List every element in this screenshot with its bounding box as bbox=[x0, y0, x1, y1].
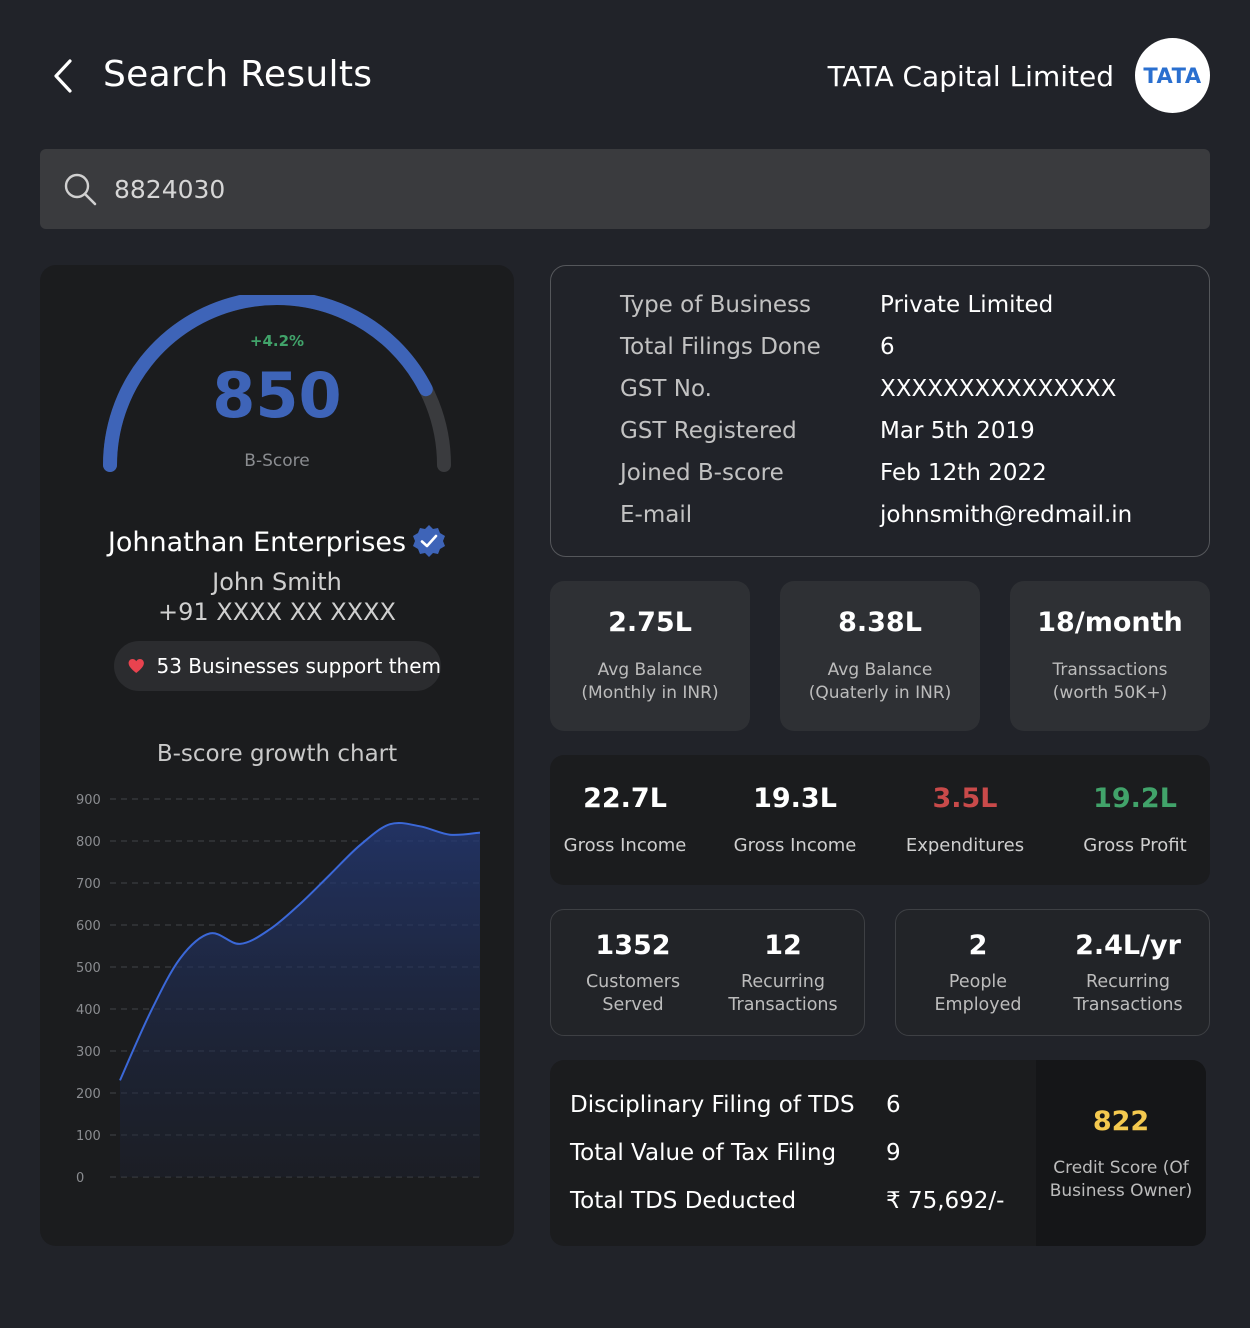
business-name-row: Johnathan Enterprises bbox=[40, 524, 514, 558]
y-tick-label: 300 bbox=[76, 1045, 101, 1060]
y-tick-label: 0 bbox=[76, 1171, 84, 1186]
y-tick-label: 700 bbox=[76, 877, 101, 892]
detail-row: Joined B-score Feb 12th 2022 bbox=[620, 460, 1200, 502]
detail-value: 6 bbox=[880, 334, 895, 360]
credit-score-value: 822 bbox=[1092, 1106, 1150, 1137]
tax-value: 6 bbox=[886, 1092, 901, 1118]
detail-label: GST No. bbox=[620, 376, 712, 402]
support-badge[interactable]: 53 Businesses support them bbox=[114, 641, 441, 691]
credit-score-label: Credit Score (Of Business Owner) bbox=[1049, 1158, 1193, 1201]
stat-value: 2.75L bbox=[608, 607, 692, 638]
detail-label: Total Filings Done bbox=[620, 334, 821, 360]
support-text: 53 Businesses support them bbox=[156, 654, 441, 678]
tax-label: Total Value of Tax Filing bbox=[570, 1140, 837, 1166]
detail-row: GST No. XXXXXXXXXXXXXXX bbox=[620, 376, 1200, 418]
money-value: 22.7L bbox=[583, 783, 667, 814]
money-label: Gross Profit bbox=[1083, 835, 1187, 856]
y-tick-label: 600 bbox=[76, 919, 101, 934]
tax-summary-card: Disciplinary Filing of TDS 6 Total Value… bbox=[550, 1060, 1206, 1246]
pair-value: 2.4L/yr bbox=[1075, 930, 1181, 961]
detail-row: E-mail johnsmith@redmail.in bbox=[620, 502, 1200, 544]
chart-title: B-score growth chart bbox=[156, 741, 398, 767]
money-label: Gross Income bbox=[563, 835, 687, 856]
detail-row: GST Registered Mar 5th 2019 bbox=[620, 418, 1200, 460]
y-tick-label: 900 bbox=[76, 793, 101, 808]
detail-label: E-mail bbox=[620, 502, 693, 528]
money-label: Gross Income bbox=[733, 835, 857, 856]
business-profile-card: +4.2% 850 B-Score Johnathan Enterprises … bbox=[40, 265, 514, 1246]
stat-value: 18/month bbox=[1037, 607, 1183, 638]
owner-phone: +91 XXXX XX XXXX bbox=[158, 598, 396, 626]
page-header: Search Results TATA Capital Limited TATA bbox=[0, 0, 1250, 150]
tax-label: Disciplinary Filing of TDS bbox=[570, 1092, 855, 1118]
y-tick-label: 800 bbox=[76, 835, 101, 850]
stat-value: 8.38L bbox=[838, 607, 922, 638]
pair-label: Recurring Transactions bbox=[1073, 972, 1183, 1015]
stat-label: Avg Balance (Quaterly in INR) bbox=[808, 660, 952, 703]
tax-row: Total TDS Deducted ₹ 75,692/- bbox=[570, 1188, 1020, 1228]
customers-card: 1352 Customers Served 12 Recurring Transac… bbox=[550, 909, 865, 1036]
stat-avg-balance-monthly: 2.75L Avg Balance (Monthly in INR) bbox=[550, 581, 750, 731]
money-value: 19.2L bbox=[1093, 783, 1177, 814]
detail-value: Private Limited bbox=[880, 292, 1054, 318]
detail-value: johnsmith@redmail.in bbox=[880, 502, 1133, 528]
y-tick-label: 200 bbox=[76, 1087, 101, 1102]
stat-label: Transsactions (worth 50K+) bbox=[1052, 660, 1168, 703]
detail-row: Type of Business Private Limited bbox=[620, 292, 1200, 334]
detail-label: GST Registered bbox=[620, 418, 797, 444]
tax-label: Total TDS Deducted bbox=[570, 1188, 797, 1214]
page-title: Search Results bbox=[103, 54, 373, 95]
business-name: Johnathan Enterprises bbox=[107, 527, 407, 558]
tax-row: Disciplinary Filing of TDS 6 bbox=[570, 1092, 1020, 1132]
pair-label: People Employed bbox=[934, 972, 1022, 1015]
detail-value: Feb 12th 2022 bbox=[880, 460, 1047, 486]
stat-label: Avg Balance (Monthly in INR) bbox=[581, 660, 719, 703]
employees-card: 2 People Employed 2.4L/yr Recurring Transa… bbox=[895, 909, 1210, 1036]
pair-label: Recurring Transactions bbox=[728, 972, 838, 1015]
pair-value: 1352 bbox=[595, 930, 671, 961]
money-label: Expenditures bbox=[905, 835, 1025, 856]
company-logo: TATA bbox=[1135, 38, 1210, 113]
stat-transactions: 18/month Transsactions (worth 50K+) bbox=[1010, 581, 1210, 731]
stat-avg-balance-quarterly: 8.38L Avg Balance (Quaterly in INR) bbox=[780, 581, 980, 731]
financial-summary-card: 22.7L Gross Income 19.3L Gross Income 3.… bbox=[550, 755, 1210, 885]
b-score-growth-chart: 900 800 700 600 500 400 300 200 100 0 bbox=[76, 793, 482, 1186]
chevron-left-icon[interactable] bbox=[46, 56, 82, 96]
y-tick-label: 500 bbox=[76, 961, 101, 976]
tax-row: Total Value of Tax Filing 9 bbox=[570, 1140, 1020, 1180]
tax-value: 9 bbox=[886, 1140, 901, 1166]
money-value: 19.3L bbox=[753, 783, 837, 814]
y-tick-label: 400 bbox=[76, 1003, 101, 1018]
series-area bbox=[120, 822, 480, 1177]
detail-label: Type of Business bbox=[620, 292, 812, 318]
business-details-card: Type of Business Private Limited Total F… bbox=[550, 265, 1210, 557]
y-tick-label: 100 bbox=[76, 1129, 101, 1144]
credit-score-box: 822 Credit Score (Of Business Owner) bbox=[1036, 1060, 1206, 1246]
tax-value: ₹ 75,692/- bbox=[886, 1188, 1005, 1214]
verified-badge-icon bbox=[413, 524, 446, 557]
company-name: TATA Capital Limited bbox=[827, 60, 1114, 93]
detail-label: Joined B-score bbox=[620, 460, 784, 486]
search-icon bbox=[64, 173, 97, 206]
owner-name: John Smith bbox=[212, 568, 342, 596]
heart-icon bbox=[128, 658, 144, 674]
search-bar[interactable] bbox=[40, 149, 1210, 229]
detail-value: Mar 5th 2019 bbox=[880, 418, 1035, 444]
search-input[interactable] bbox=[114, 149, 1194, 229]
pair-value: 12 bbox=[764, 930, 802, 961]
b-score-label: B-Score bbox=[244, 451, 310, 471]
score-delta: +4.2% bbox=[249, 332, 305, 350]
logo-text: TATA bbox=[1143, 63, 1202, 88]
detail-value: XXXXXXXXXXXXXXX bbox=[880, 376, 1117, 402]
pair-value: 2 bbox=[968, 930, 988, 961]
pair-label: Customers Served bbox=[585, 972, 681, 1015]
money-value: 3.5L bbox=[932, 783, 998, 814]
b-score-value: 850 bbox=[212, 359, 342, 432]
detail-row: Total Filings Done 6 bbox=[620, 334, 1200, 376]
